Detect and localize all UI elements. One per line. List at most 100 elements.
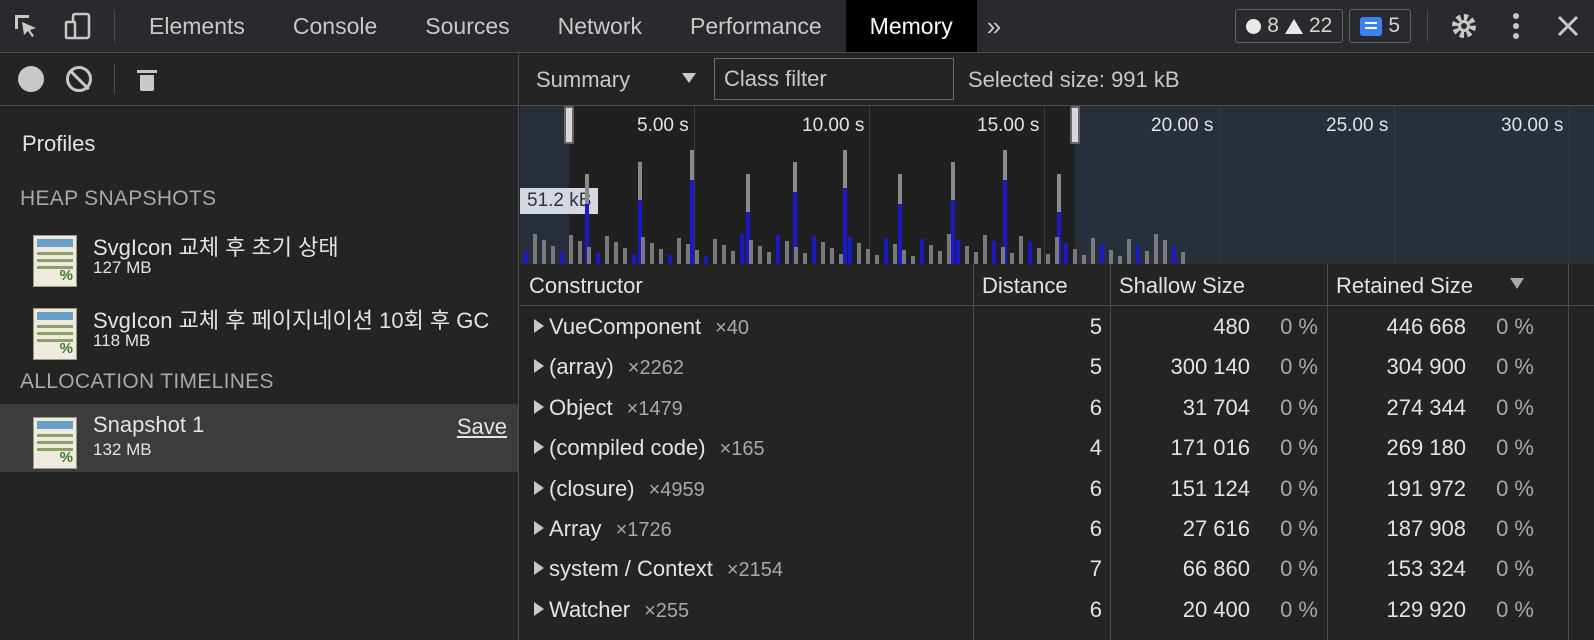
- allocation-bar-small: [839, 254, 843, 264]
- inspect-element-icon[interactable]: [0, 0, 52, 52]
- tab-sources[interactable]: Sources: [401, 0, 533, 52]
- expand-triangle-icon[interactable]: [534, 601, 544, 616]
- allocation-bar-small: [920, 239, 924, 264]
- allocation-bar-small: [1181, 252, 1185, 264]
- profile-item-selected[interactable]: % Snapshot 1 132 MB Save: [0, 404, 518, 472]
- constructor-name: (compiled code) ×165: [549, 435, 765, 461]
- timeline-right-handle[interactable]: [1070, 106, 1080, 144]
- table-row[interactable]: Array ×1726 6 27 616 0 % 187 908 0 %: [520, 508, 1594, 548]
- constructor-label: (array): [549, 354, 614, 380]
- table-row[interactable]: (array) ×2262 5 300 140 0 % 304 900 0 %: [520, 346, 1594, 386]
- retained-size-value: 269 180: [1386, 435, 1466, 461]
- allocation-bar-small: [704, 256, 708, 264]
- allocation-bar-small: [1109, 250, 1113, 264]
- column-divider[interactable]: [973, 264, 974, 640]
- collect-garbage-trash-icon[interactable]: [137, 67, 157, 91]
- allocation-bar-small: [848, 237, 852, 264]
- retained-size-percent: 0 %: [1496, 515, 1534, 541]
- tab-elements[interactable]: Elements: [125, 0, 269, 52]
- expand-triangle-icon[interactable]: [534, 359, 544, 374]
- column-divider[interactable]: [1568, 264, 1569, 640]
- table-row[interactable]: Watcher ×255 6 20 400 0 % 129 920 0 %: [520, 589, 1594, 629]
- timeline-left-handle[interactable]: [564, 106, 574, 144]
- profile-size: 132 MB: [93, 440, 152, 459]
- table-row[interactable]: (closure) ×4959 6 151 124 0 % 191 972 0 %: [520, 468, 1594, 508]
- expand-triangle-icon[interactable]: [534, 480, 544, 495]
- allocation-bar-small: [911, 256, 915, 264]
- table-row[interactable]: VueComponent ×40 5 480 0 % 446 668 0 %: [520, 306, 1594, 346]
- constructor-name: VueComponent ×40: [549, 314, 749, 340]
- warning-icon: [1284, 18, 1303, 34]
- retained-size-value: 187 908: [1386, 515, 1466, 541]
- column-header-retained-size[interactable]: Retained Size: [1336, 273, 1473, 299]
- timeline-tick-label: 10.00 s: [802, 115, 865, 136]
- shallow-size-percent: 0 %: [1280, 354, 1318, 380]
- shallow-size-value: 151 124: [1170, 475, 1250, 501]
- dropdown-arrow-icon[interactable]: [682, 73, 696, 83]
- class-filter-input[interactable]: [714, 58, 954, 100]
- distance-value: 5: [1089, 314, 1102, 339]
- expand-triangle-icon[interactable]: [534, 319, 544, 333]
- constructor-name: (array) ×2262: [549, 354, 684, 380]
- retained-size-value: 153 324: [1386, 556, 1466, 582]
- profile-size: 127 MB: [93, 258, 152, 277]
- messages-badge[interactable]: 5: [1349, 9, 1411, 43]
- table-row[interactable]: (compiled code) ×165 4 171 016 0 % 269 180 0 %: [520, 427, 1594, 467]
- column-header-distance[interactable]: Distance: [982, 273, 1068, 299]
- expand-triangle-icon[interactable]: [534, 399, 544, 414]
- column-divider[interactable]: [1327, 264, 1328, 640]
- close-devtools-icon[interactable]: [1542, 0, 1594, 52]
- expand-triangle-icon[interactable]: [534, 440, 544, 455]
- allocation-bar-small: [569, 235, 573, 264]
- tab-console[interactable]: Console: [269, 0, 401, 52]
- constructor-label: Object: [549, 394, 613, 420]
- allocation-bar-small: [650, 243, 654, 264]
- timeline-gridline: [869, 106, 870, 264]
- clear-all-icon[interactable]: [66, 66, 92, 92]
- expand-triangle-icon[interactable]: [534, 561, 544, 576]
- allocation-bar-small: [956, 240, 960, 264]
- sort-descending-icon[interactable]: [1510, 278, 1524, 289]
- profiles-title: Profiles: [22, 131, 96, 156]
- more-tabs-chevron-icon[interactable]: »: [977, 0, 1011, 52]
- distance-value: 5: [1089, 354, 1102, 380]
- allocation-bar-small: [974, 252, 978, 264]
- profiles-sidebar: Profiles HEAP SNAPSHOTS % SvgIcon 교체 후 초…: [0, 53, 519, 640]
- expand-triangle-icon[interactable]: [534, 520, 544, 535]
- allocation-bar-small: [722, 245, 726, 264]
- allocation-bar-small: [983, 235, 987, 264]
- heap-snapshot-icon: %: [33, 308, 77, 360]
- column-header-shallow-size[interactable]: Shallow Size: [1119, 273, 1245, 299]
- retained-size-value: 274 344: [1386, 394, 1466, 420]
- shallow-size-percent: 0 %: [1280, 314, 1318, 339]
- column-header-constructor[interactable]: Constructor: [529, 273, 643, 299]
- allocation-bar-small: [1127, 239, 1131, 264]
- allocation-bar-small: [740, 234, 744, 264]
- allocation-bar-small: [1136, 245, 1140, 264]
- error-count: 8: [1267, 14, 1279, 37]
- constructor-label: Array: [549, 515, 602, 541]
- allocation-bar-small: [866, 249, 870, 264]
- tab-performance[interactable]: Performance: [666, 0, 846, 52]
- tab-memory[interactable]: Memory: [845, 0, 977, 52]
- allocation-timeline-chart[interactable]: 5.00 s 10.00 s 15.00 s 20.00 s 25.00 s 3…: [520, 106, 1594, 264]
- table-row[interactable]: Object ×1479 6 31 704 0 % 274 344 0 %: [520, 387, 1594, 427]
- profile-item[interactable]: % SvgIcon 교체 후 페이지네이션 10회 후 GC 118 MB: [0, 295, 518, 363]
- profile-item[interactable]: % SvgIcon 교체 후 초기 상태 127 MB: [0, 222, 518, 290]
- allocation-bar-small: [605, 236, 609, 264]
- constructor-label: (closure): [549, 475, 635, 501]
- more-options-kebab-icon[interactable]: [1490, 0, 1542, 52]
- column-divider[interactable]: [1110, 264, 1111, 640]
- allocation-bar-small: [767, 252, 771, 264]
- record-icon[interactable]: [18, 66, 44, 92]
- device-toolbar-icon[interactable]: [52, 0, 104, 52]
- constructor-label: Watcher: [549, 596, 631, 622]
- instance-count: ×4959: [648, 478, 705, 501]
- allocation-bar-small: [938, 251, 942, 264]
- settings-gear-icon[interactable]: [1438, 0, 1490, 52]
- tab-network[interactable]: Network: [534, 0, 666, 52]
- issues-badge[interactable]: 8 22: [1235, 9, 1344, 43]
- table-row[interactable]: system / Context ×2154 7 66 860 0 % 153 324 0 …: [520, 548, 1594, 588]
- view-select[interactable]: Summary: [536, 67, 630, 93]
- save-profile-link[interactable]: Save: [457, 414, 507, 440]
